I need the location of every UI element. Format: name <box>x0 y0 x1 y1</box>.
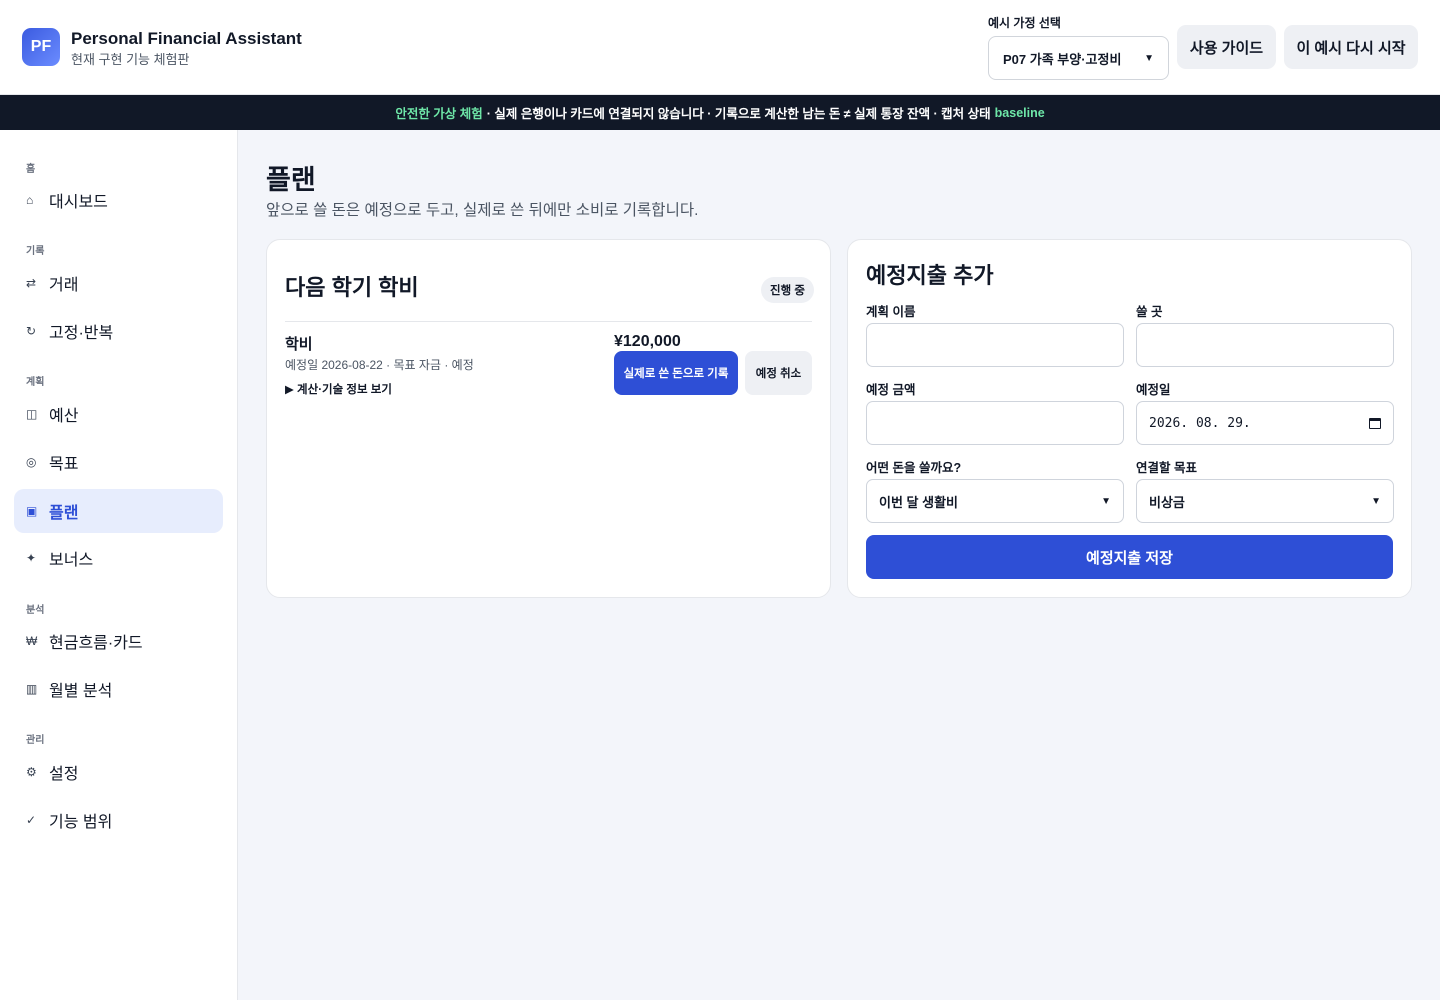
sidebar-item-budget[interactable]: ◫ 예산 <box>14 392 223 436</box>
divider <box>285 321 812 322</box>
source-select-value: 이번 달 생활비 <box>879 494 958 510</box>
record-spent-button[interactable]: 실제로 쓴 돈으로 기록 <box>614 351 738 395</box>
calendar-icon[interactable] <box>1369 417 1381 429</box>
place-input[interactable] <box>1136 323 1394 367</box>
sidebar-item-bonus[interactable]: ✦ 보너스 <box>14 536 223 580</box>
amount-input[interactable] <box>866 401 1124 445</box>
add-plan-form: 예정지출 추가 계획 이름 쓸 곳 예정 금액 예정일 2026. 08. 29… <box>847 239 1412 598</box>
app-title: Personal Financial Assistant <box>71 29 302 48</box>
target-icon: ◎ <box>26 455 37 469</box>
date-input-value: 2026. 08. 29. <box>1149 415 1251 431</box>
household-select-label: 예시 가정 선택 <box>988 16 1061 30</box>
chevron-down-icon: ▼ <box>1144 52 1154 64</box>
app-subtitle: 현재 구현 기능 체험판 <box>71 52 190 67</box>
sidebar-item-label: 월별 분석 <box>49 683 113 700</box>
banner-text: · 실제 은행이나 카드에 연결되지 않습니다 · 기록으로 계산한 남는 돈 … <box>486 107 991 121</box>
page-title: 플랜 <box>266 165 316 195</box>
cancel-plan-button[interactable]: 예정 취소 <box>745 351 812 395</box>
app-header: PF Personal Financial Assistant 현재 구현 기능… <box>0 0 1440 95</box>
details-toggle[interactable]: ▶ 계산·기술 정보 보기 <box>285 381 392 397</box>
bar-chart-icon: ▥ <box>26 682 38 696</box>
sidebar-item-transactions[interactable]: ⇄ 거래 <box>14 261 223 305</box>
source-select[interactable]: 이번 달 생활비 ▼ <box>866 479 1124 523</box>
goal-select[interactable]: 비상금 ▼ <box>1136 479 1394 523</box>
banner-safe-label: 안전한 가상 체험 <box>395 107 483 121</box>
sidebar-section-home: 홈 <box>26 164 36 175</box>
sidebar-item-label: 플랜 <box>49 505 79 522</box>
household-select[interactable]: P07 가족 부양·고정비 ▼ <box>988 36 1169 80</box>
date-input[interactable]: 2026. 08. 29. <box>1136 401 1394 445</box>
sidebar-item-goals[interactable]: ◎ 목표 <box>14 440 223 484</box>
plan-title: 다음 학기 학비 <box>285 275 419 300</box>
won-icon: ₩ <box>26 634 38 648</box>
chevron-down-icon: ▼ <box>1101 495 1111 507</box>
home-icon: ⌂ <box>26 193 34 207</box>
chevron-down-icon: ▼ <box>1371 495 1381 507</box>
household-select-value: P07 가족 부양·고정비 <box>1003 51 1122 67</box>
sidebar: 홈 ⌂ 대시보드 기록 ⇄ 거래 ↻ 고정·반복 계획 ◫ 예산 ◎ 목표 ▣ … <box>0 130 238 1000</box>
sidebar-item-label: 거래 <box>49 277 79 294</box>
sidebar-section-record: 기록 <box>26 246 45 257</box>
banner-state: baseline <box>994 105 1045 120</box>
place-label: 쓸 곳 <box>1136 305 1163 319</box>
amount-label: 예정 금액 <box>866 383 916 397</box>
sidebar-section-manage: 관리 <box>26 735 45 746</box>
sidebar-item-dashboard[interactable]: ⌂ 대시보드 <box>14 178 223 222</box>
form-title: 예정지출 추가 <box>866 263 994 288</box>
check-icon: ✓ <box>26 813 37 827</box>
goal-select-value: 비상금 <box>1149 494 1185 510</box>
plan-item-name: 학비 <box>285 336 313 353</box>
sparkle-icon: ✦ <box>26 551 37 565</box>
repeat-icon: ↻ <box>26 324 37 338</box>
sidebar-item-scope[interactable]: ✓ 기능 범위 <box>14 798 223 842</box>
plan-icon: ▣ <box>26 504 38 518</box>
safety-banner: 안전한 가상 체험 · 실제 은행이나 카드에 연결되지 않습니다 · 기록으로… <box>0 95 1440 130</box>
name-label: 계획 이름 <box>866 305 916 319</box>
plan-name-input[interactable] <box>866 323 1124 367</box>
restart-button[interactable]: 이 예시 다시 시작 <box>1284 25 1418 69</box>
transfer-icon: ⇄ <box>26 276 37 290</box>
plan-item-meta: 예정일 2026-08-22 · 목표 자금 · 예정 <box>285 358 474 372</box>
sidebar-item-label: 목표 <box>49 456 79 473</box>
sidebar-item-monthly[interactable]: ▥ 월별 분석 <box>14 667 223 711</box>
save-plan-button[interactable]: 예정지출 저장 <box>866 535 1393 579</box>
app-logo: PF <box>22 28 60 66</box>
sidebar-item-settings[interactable]: ⚙ 설정 <box>14 750 223 794</box>
guide-button[interactable]: 사용 가이드 <box>1177 25 1276 69</box>
sidebar-item-label: 보너스 <box>49 552 94 569</box>
sidebar-item-cashflow[interactable]: ₩ 현금흐름·카드 <box>14 619 223 663</box>
sidebar-item-label: 현금흐름·카드 <box>49 635 143 652</box>
sidebar-item-plan[interactable]: ▣ 플랜 <box>14 489 223 533</box>
sidebar-item-label: 대시보드 <box>49 194 108 211</box>
sidebar-section-plan: 계획 <box>26 377 45 388</box>
sidebar-item-label: 예산 <box>49 408 79 425</box>
sidebar-item-label: 기능 범위 <box>49 814 113 831</box>
plan-card: 다음 학기 학비 진행 중 학비 예정일 2026-08-22 · 목표 자금 … <box>266 239 831 598</box>
sidebar-section-analysis: 분석 <box>26 605 45 616</box>
goal-label: 연결할 목표 <box>1136 461 1197 475</box>
plan-item-amount: ¥120,000 <box>614 333 681 350</box>
status-badge: 진행 중 <box>761 277 814 303</box>
date-label: 예정일 <box>1136 383 1171 397</box>
budget-icon: ◫ <box>26 407 38 421</box>
gear-icon: ⚙ <box>26 765 37 779</box>
sidebar-item-label: 고정·반복 <box>49 325 114 342</box>
page-description: 앞으로 쓸 돈은 예정으로 두고, 실제로 쓴 뒤에만 소비로 기록합니다. <box>266 202 699 219</box>
sidebar-item-recurring[interactable]: ↻ 고정·반복 <box>14 309 223 353</box>
source-label: 어떤 돈을 쓸까요? <box>866 461 962 475</box>
sidebar-item-label: 설정 <box>49 766 79 783</box>
